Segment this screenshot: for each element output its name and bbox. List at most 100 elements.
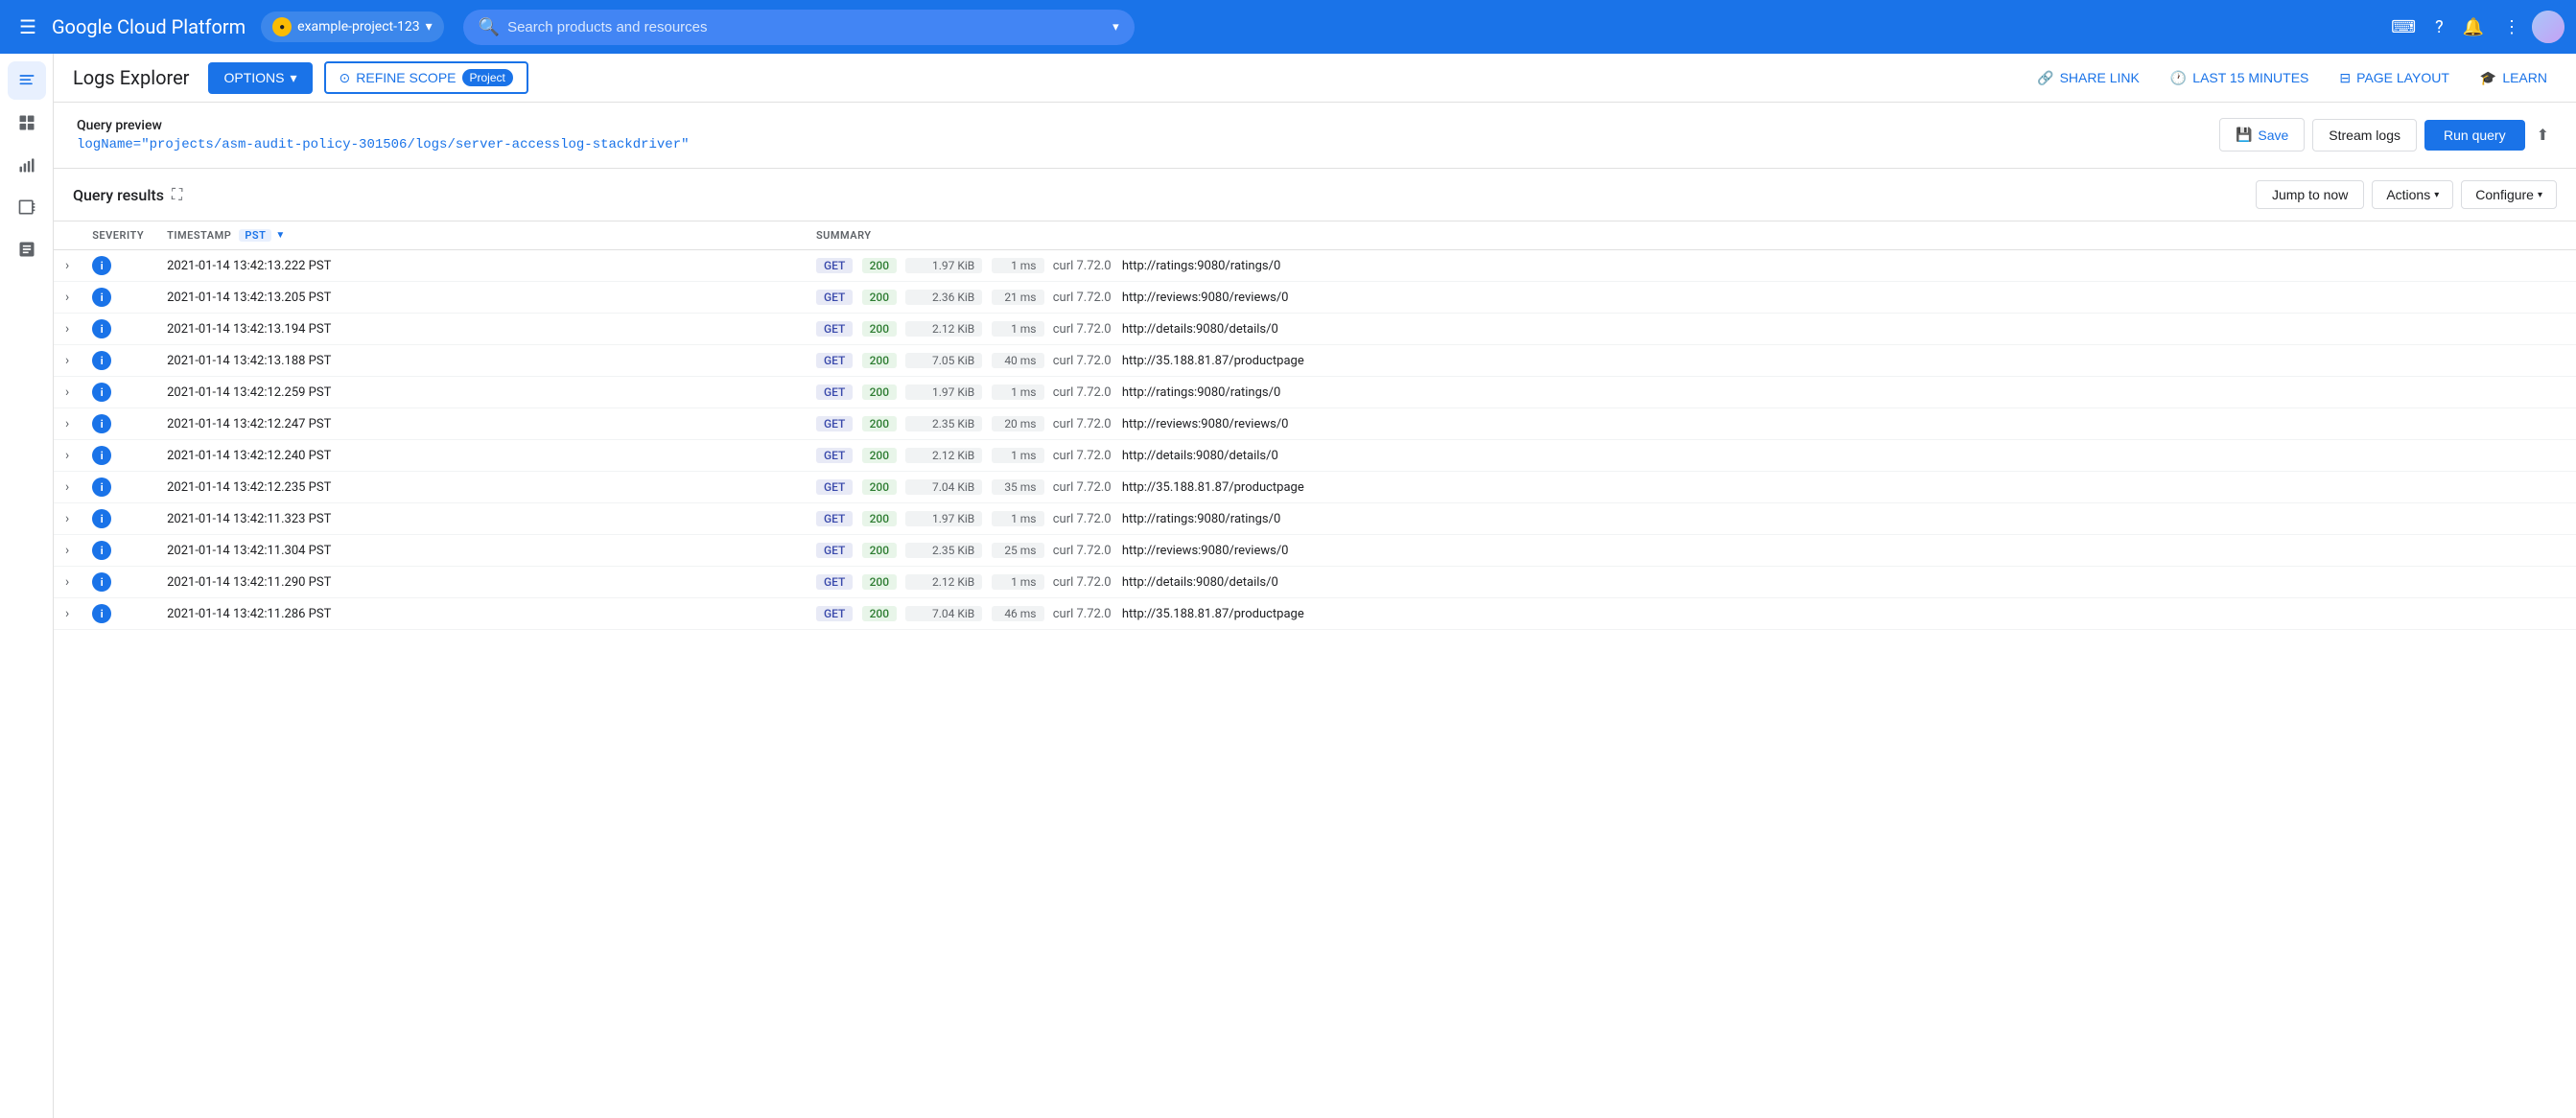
notifications-icon[interactable]: 🔔: [2455, 10, 2492, 45]
latency-badge: 21 ms: [992, 290, 1044, 305]
table-row[interactable]: › i 2021-01-14 13:42:11.304 PST GET 200 …: [54, 535, 2576, 567]
info-severity-icon: i: [92, 477, 111, 497]
row-timestamp: 2021-01-14 13:42:13.194 PST: [155, 314, 805, 345]
jump-to-now-button[interactable]: Jump to now: [2256, 180, 2364, 209]
hamburger-menu-icon[interactable]: ☰: [12, 8, 44, 46]
table-row[interactable]: › i 2021-01-14 13:42:12.240 PST GET 200 …: [54, 440, 2576, 472]
table-row[interactable]: › i 2021-01-14 13:42:11.286 PST GET 200 …: [54, 598, 2576, 630]
project-dropdown-icon: ▾: [426, 19, 433, 35]
url-text: http://ratings:9080/ratings/0: [1122, 512, 1280, 526]
size-badge: 7.04 KiB: [905, 606, 982, 621]
table-row[interactable]: › i 2021-01-14 13:42:12.235 PST GET 200 …: [54, 472, 2576, 503]
row-timestamp: 2021-01-14 13:42:11.323 PST: [155, 503, 805, 535]
row-summary: GET 200 2.12 KiB 1 ms curl 7.72.0 http:/…: [805, 440, 2576, 472]
row-expand-button[interactable]: ›: [54, 503, 81, 535]
refine-scope-icon: ⊙: [340, 70, 351, 86]
search-bar[interactable]: 🔍 ▾: [463, 10, 1135, 45]
table-row[interactable]: › i 2021-01-14 13:42:13.205 PST GET 200 …: [54, 282, 2576, 314]
info-severity-icon: i: [92, 383, 111, 402]
row-expand-button[interactable]: ›: [54, 345, 81, 377]
last-15-minutes-button[interactable]: 🕐 LAST 15 MINUTES: [2161, 64, 2319, 92]
project-selector[interactable]: ● example-project-123 ▾: [261, 12, 443, 42]
learn-button[interactable]: 🎓 LEARN: [2471, 64, 2557, 92]
page-layout-button[interactable]: ⊟ PAGE LAYOUT: [2330, 64, 2458, 92]
avatar[interactable]: [2532, 11, 2564, 43]
status-badge: 200: [862, 321, 897, 337]
top-navigation: ☰ Google Cloud Platform ● example-projec…: [0, 0, 2576, 54]
size-badge: 2.12 KiB: [905, 574, 982, 590]
project-name: example-project-123: [297, 19, 419, 35]
size-badge: 1.97 KiB: [905, 511, 982, 526]
sidebar-item-metrics[interactable]: [8, 146, 46, 184]
method-badge: GET: [816, 290, 853, 305]
search-expand-icon[interactable]: ▾: [1112, 20, 1119, 35]
row-timestamp: 2021-01-14 13:42:13.205 PST: [155, 282, 805, 314]
row-summary: GET 200 2.35 KiB 25 ms curl 7.72.0 http:…: [805, 535, 2576, 567]
more-options-icon[interactable]: ⋮: [2495, 10, 2528, 45]
configure-button[interactable]: Configure ▾: [2461, 180, 2557, 209]
results-expand-icon[interactable]: ⛶: [172, 185, 182, 204]
agent-text: curl 7.72.0: [1053, 575, 1112, 590]
row-expand-button[interactable]: ›: [54, 314, 81, 345]
latency-badge: 1 ms: [992, 258, 1044, 273]
method-badge: GET: [816, 606, 853, 621]
row-expand-button[interactable]: ›: [54, 598, 81, 630]
query-code[interactable]: logName="projects/asm-audit-policy-30150…: [77, 137, 690, 152]
row-timestamp: 2021-01-14 13:42:12.235 PST: [155, 472, 805, 503]
actions-button[interactable]: Actions ▾: [2372, 180, 2453, 209]
sidebar-item-dashboard[interactable]: [8, 104, 46, 142]
table-row[interactable]: › i 2021-01-14 13:42:13.222 PST GET 200 …: [54, 250, 2576, 282]
timezone-badge[interactable]: PST: [239, 229, 271, 242]
table-row[interactable]: › i 2021-01-14 13:42:11.323 PST GET 200 …: [54, 503, 2576, 535]
row-timestamp: 2021-01-14 13:42:13.188 PST: [155, 345, 805, 377]
method-badge: GET: [816, 448, 853, 463]
latency-badge: 1 ms: [992, 448, 1044, 463]
url-text: http://35.188.81.87/productpage: [1122, 607, 1304, 621]
size-badge: 2.12 KiB: [905, 321, 982, 337]
status-badge: 200: [862, 448, 897, 463]
agent-text: curl 7.72.0: [1053, 385, 1112, 400]
share-link-button[interactable]: 🔗 SHARE LINK: [2027, 64, 2149, 92]
row-expand-button[interactable]: ›: [54, 282, 81, 314]
refine-scope-button[interactable]: ⊙ REFINE SCOPE Project: [324, 61, 528, 94]
stream-logs-button[interactable]: Stream logs: [2312, 119, 2417, 151]
row-expand-button[interactable]: ›: [54, 408, 81, 440]
sort-arrow-icon: ▼: [275, 230, 285, 241]
actions-chevron-icon: ▾: [2434, 190, 2439, 200]
info-severity-icon: i: [92, 604, 111, 623]
run-query-button[interactable]: Run query: [2424, 120, 2525, 151]
table-row[interactable]: › i 2021-01-14 13:42:12.259 PST GET 200 …: [54, 377, 2576, 408]
row-expand-button[interactable]: ›: [54, 377, 81, 408]
size-badge: 2.35 KiB: [905, 416, 982, 431]
save-button[interactable]: 💾 Save: [2219, 118, 2305, 151]
table-row[interactable]: › i 2021-01-14 13:42:11.290 PST GET 200 …: [54, 567, 2576, 598]
url-text: http://ratings:9080/ratings/0: [1122, 259, 1280, 273]
terminal-icon[interactable]: ⌨: [2383, 10, 2424, 45]
row-summary: GET 200 2.36 KiB 21 ms curl 7.72.0 http:…: [805, 282, 2576, 314]
row-expand-button[interactable]: ›: [54, 535, 81, 567]
query-expand-toggle[interactable]: ⬆: [2533, 122, 2553, 148]
help-icon[interactable]: ?: [2427, 10, 2451, 45]
page-title: Logs Explorer: [73, 66, 189, 89]
table-row[interactable]: › i 2021-01-14 13:42:12.247 PST GET 200 …: [54, 408, 2576, 440]
learn-icon: 🎓: [2480, 70, 2496, 86]
method-badge: GET: [816, 258, 853, 273]
results-actions: Jump to now Actions ▾ Configure ▾: [2256, 180, 2557, 209]
table-row[interactable]: › i 2021-01-14 13:42:13.188 PST GET 200 …: [54, 345, 2576, 377]
method-badge: GET: [816, 511, 853, 526]
row-expand-button[interactable]: ›: [54, 472, 81, 503]
row-expand-button[interactable]: ›: [54, 250, 81, 282]
sidebar-item-logs[interactable]: [8, 61, 46, 100]
col-timestamp[interactable]: TIMESTAMP PST ▼: [155, 221, 805, 250]
row-expand-button[interactable]: ›: [54, 567, 81, 598]
clock-icon: 🕐: [2170, 70, 2187, 86]
row-severity: i: [81, 345, 155, 377]
sidebar-item-tools[interactable]: [8, 188, 46, 226]
row-severity: i: [81, 250, 155, 282]
options-button[interactable]: OPTIONS ▾: [208, 62, 312, 94]
table-row[interactable]: › i 2021-01-14 13:42:13.194 PST GET 200 …: [54, 314, 2576, 345]
search-input[interactable]: [507, 19, 1105, 35]
row-expand-button[interactable]: ›: [54, 440, 81, 472]
row-timestamp: 2021-01-14 13:42:11.290 PST: [155, 567, 805, 598]
sidebar-item-reports[interactable]: [8, 230, 46, 268]
